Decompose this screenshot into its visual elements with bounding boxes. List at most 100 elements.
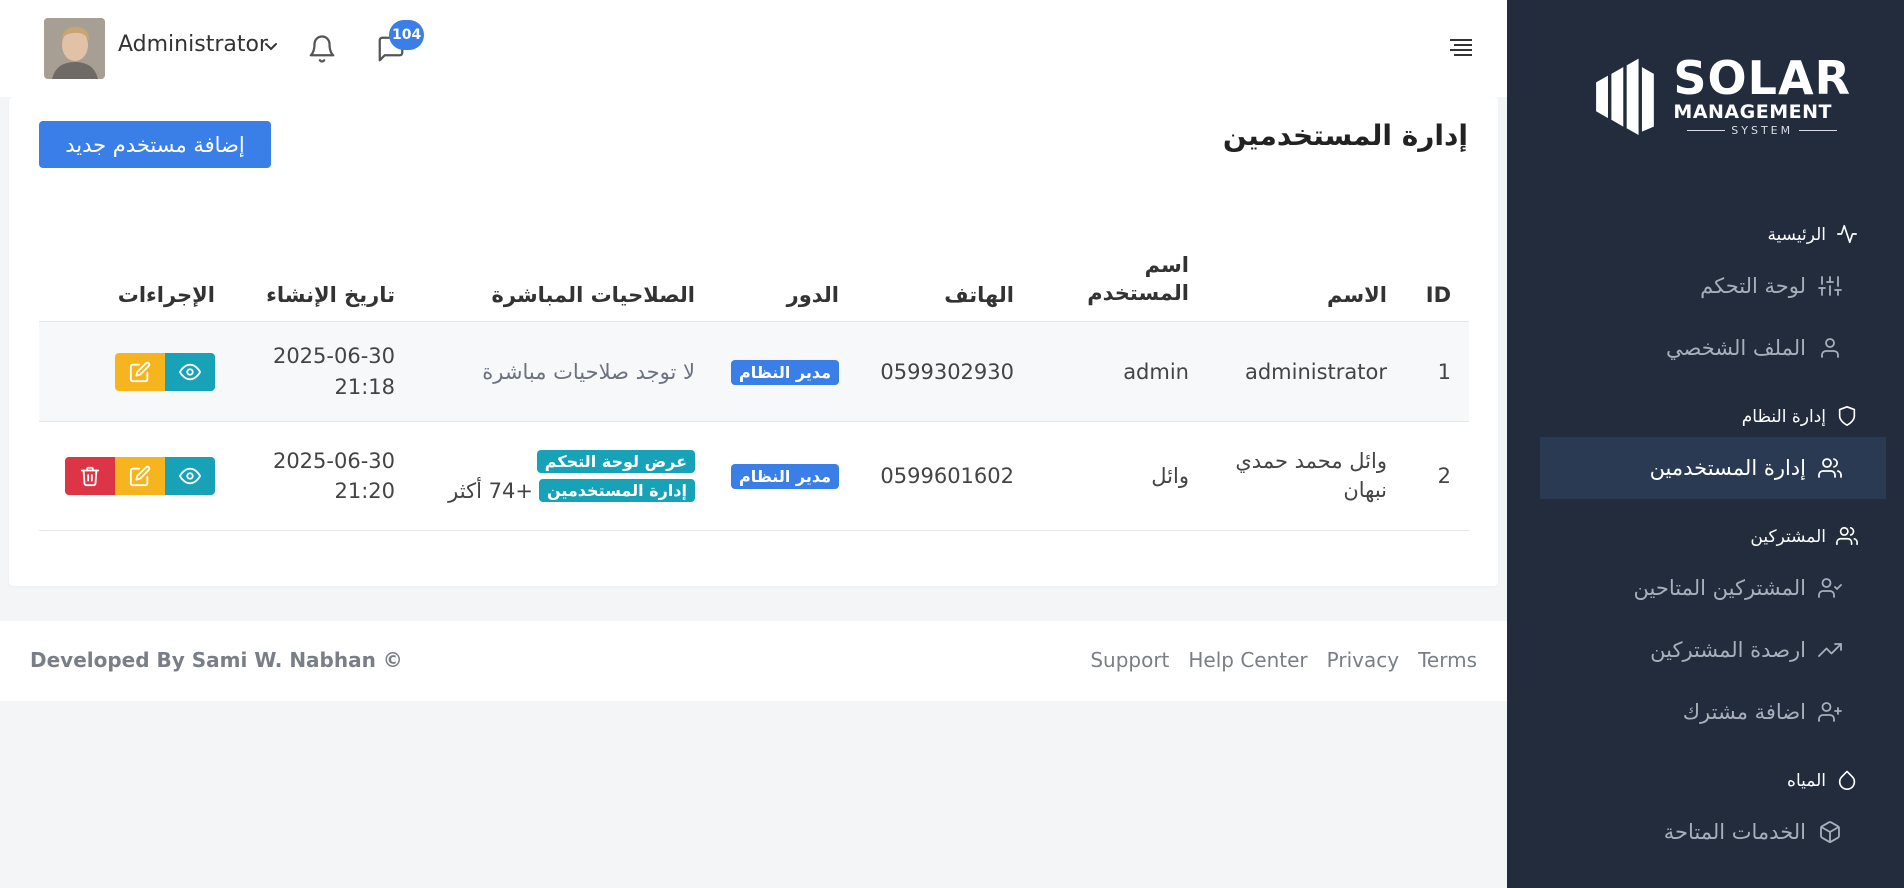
sidebar-item-label: ارصدة المشتركين: [1650, 638, 1806, 662]
activity-icon: [1834, 223, 1858, 247]
page-title: إدارة المستخدمين: [1222, 119, 1468, 152]
col-phone: الهاتف: [944, 283, 1014, 307]
edit-button[interactable]: [115, 457, 165, 495]
cell-created: 2025-06-30 21:18: [219, 341, 399, 402]
sidebar: SOLAR MANAGEMENT SYSTEM الرئيسية لوحة ال…: [1507, 0, 1904, 888]
no-permissions-text: لا توجد صلاحيات مباشرة: [482, 359, 695, 384]
logo[interactable]: SOLAR MANAGEMENT SYSTEM: [1591, 48, 1851, 143]
sidebar-item-label: إدارة المستخدمين: [1649, 456, 1806, 480]
cell-role: مدير النظام: [699, 463, 843, 489]
sidebar-item-available-subscribers[interactable]: المشتركين المتاحين: [1507, 557, 1904, 619]
created-date: 2025-06-30: [272, 448, 395, 473]
footer-links: Support Help Center Privacy Terms: [1090, 648, 1477, 672]
row-actions: [39, 457, 215, 495]
view-button[interactable]: [165, 457, 215, 495]
logo-line3-text: SYSTEM: [1731, 124, 1794, 137]
sidebar-item-profile[interactable]: الملف الشخصي: [1507, 317, 1904, 379]
user-check-icon: [1818, 576, 1842, 600]
avatar[interactable]: [44, 18, 105, 79]
sidebar-item-label: اضافة مشترك: [1682, 700, 1806, 724]
logo-mark-icon: [1596, 58, 1654, 135]
permission-tag: عرض لوحة التحكم: [536, 449, 695, 473]
user-plus-icon: [1818, 700, 1842, 724]
col-permissions: الصلاحيات المباشرة: [491, 283, 695, 307]
edit-icon: [129, 361, 151, 382]
permission-tags: عرض لوحة التحكم إدارة المستخدمين +74 أكثر: [399, 449, 695, 503]
sidebar-item-users[interactable]: إدارة المستخدمين: [1540, 437, 1886, 499]
sidebar-nav: الرئيسية لوحة التحكم الملف الشخصي إدارة …: [1507, 215, 1904, 863]
table-row: 2 وائل محمد حمدي نبهان وائل 0599601602 م…: [39, 422, 1469, 531]
logo-line1: SOLAR: [1673, 51, 1851, 105]
section-system: إدارة النظام: [1507, 397, 1904, 437]
cell-username: admin: [1123, 359, 1189, 384]
shield-icon: [1834, 405, 1858, 429]
section-label: المشتركين: [1750, 527, 1826, 547]
cell-created: 2025-06-30 21:20: [219, 446, 399, 507]
edit-button[interactable]: [115, 352, 165, 391]
sidebar-item-add-subscriber[interactable]: اضافة مشترك: [1507, 681, 1904, 743]
footer-credit: Developed By Sami W. Nabhan ©: [30, 648, 403, 672]
users-table: ID الاسم اسم المستخدم الهاتف الدور الصلا…: [39, 237, 1469, 531]
footer-link-support[interactable]: Support: [1090, 648, 1169, 672]
logo-line3: SYSTEM: [1673, 125, 1851, 136]
user-name[interactable]: Administrator: [118, 32, 268, 57]
cell-phone: 0599601602: [880, 464, 1014, 488]
users-icon: [1818, 456, 1842, 480]
delete-button[interactable]: [65, 457, 115, 495]
col-name: الاسم: [1327, 283, 1387, 307]
cell-username: وائل: [1151, 464, 1189, 488]
cell-name: وائل محمد حمدي نبهان: [1235, 448, 1387, 502]
section-label: الرئيسية: [1767, 225, 1826, 245]
trash-icon: [80, 466, 100, 487]
cell-permissions: لا توجد صلاحيات مباشرة: [399, 360, 699, 384]
cell-role: مدير النظام: [699, 359, 843, 385]
sidebar-item-label: الخدمات المتاحة: [1663, 820, 1806, 844]
users-icon: [1834, 525, 1858, 549]
permission-line: إدارة المستخدمين +74 أكثر: [399, 479, 695, 503]
sidebar-item-label: لوحة التحكم: [1700, 274, 1806, 298]
footer-link-terms[interactable]: Terms: [1418, 648, 1477, 672]
sidebar-item-services[interactable]: الخدمات المتاحة: [1507, 801, 1904, 863]
logo-text: SOLAR MANAGEMENT SYSTEM: [1673, 55, 1851, 136]
table-row: 1 administrator admin 0599302930 مدير ال…: [39, 322, 1469, 422]
eye-icon: [179, 363, 201, 380]
created-date: 2025-06-30: [272, 344, 395, 369]
cell-permissions: عرض لوحة التحكم إدارة المستخدمين +74 أكثر: [399, 449, 699, 503]
role-badge: مدير النظام: [730, 464, 839, 489]
add-user-button[interactable]: إضافة مستخدم جديد: [39, 121, 271, 168]
role-badge: مدير النظام: [730, 359, 839, 385]
footer: Developed By Sami W. Nabhan © Support He…: [0, 621, 1507, 701]
permission-line: عرض لوحة التحكم: [399, 449, 695, 473]
cell-actions: [39, 352, 219, 391]
col-username: اسم المستخدم: [1018, 252, 1193, 307]
users-card: إدارة المستخدمين إضافة مستخدم جديد ID ال…: [9, 97, 1498, 586]
col-created: تاريخ الإنشاء: [266, 283, 395, 307]
cell-phone: 0599302930: [880, 359, 1014, 384]
table-header: ID الاسم اسم المستخدم الهاتف الدور الصلا…: [39, 237, 1469, 322]
messages-badge: 104: [389, 20, 425, 50]
col-actions: الإجراءات: [117, 283, 215, 307]
footer-link-help[interactable]: Help Center: [1188, 648, 1307, 672]
cell-name: administrator: [1244, 359, 1387, 384]
created-time: 21:20: [334, 479, 395, 503]
logo-line2: MANAGEMENT: [1673, 101, 1832, 123]
col-username-label: اسم المستخدم: [1087, 253, 1189, 305]
cell-id: 2: [1437, 464, 1451, 488]
view-button[interactable]: [165, 352, 215, 391]
bell-icon[interactable]: [307, 34, 337, 64]
section-water: المياه: [1507, 761, 1904, 801]
sidebar-item-label: الملف الشخصي: [1666, 336, 1806, 360]
section-label: المياه: [1787, 771, 1826, 791]
row-actions: [39, 352, 215, 391]
trending-up-icon: [1818, 638, 1842, 662]
menu-toggle-icon[interactable]: [1448, 37, 1474, 59]
footer-link-privacy[interactable]: Privacy: [1327, 648, 1399, 672]
droplet-icon: [1834, 769, 1858, 793]
sidebar-item-balances[interactable]: ارصدة المشتركين: [1507, 619, 1904, 681]
more-permissions: +74 أكثر: [448, 478, 533, 503]
chevron-down-icon[interactable]: [264, 40, 278, 54]
permission-tag: إدارة المستخدمين: [538, 479, 695, 502]
sidebar-item-dashboard[interactable]: لوحة التحكم: [1507, 255, 1904, 317]
created-time: 21:18: [334, 374, 395, 399]
eye-icon: [179, 467, 201, 485]
